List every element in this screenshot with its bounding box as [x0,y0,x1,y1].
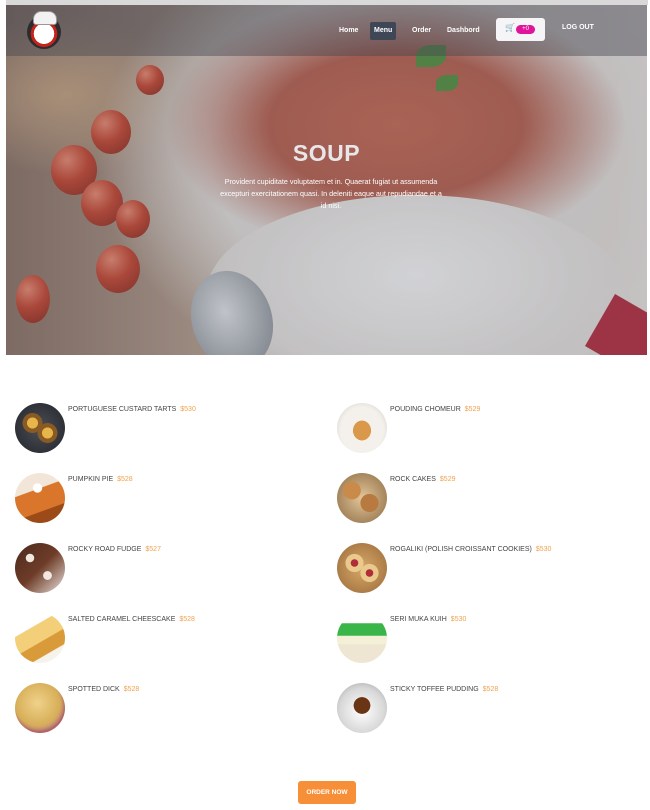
item-name: PUMPKIN PIE [68,476,114,483]
item-price: $528 [482,686,499,693]
item-photo [337,543,387,593]
item-name: STICKY TOFFEE PUDDING [390,686,479,693]
item-name: PORTUGUESE CUSTARD TARTS [68,406,177,413]
nav-menu-link[interactable]: Menu [370,22,397,40]
item-price: $529 [439,476,456,483]
item-price: $530 [450,616,467,623]
nav-order-link[interactable]: Order [408,22,435,40]
item-name: SPOTTED DICK [68,686,120,693]
item-price: $530 [535,546,552,553]
menu-item[interactable]: PUMPKIN PIE $528 [15,473,315,533]
item-photo [15,403,65,453]
navbar: Home Menu Order Dashbord 🛒 +0 LOG OUT [6,5,647,56]
item-name: ROCK CAKES [390,476,436,483]
nav-home-link[interactable]: Home [335,22,362,40]
item-price: $528 [123,686,140,693]
item-name: SALTED CARAMEL CHEESCAKE [68,616,176,623]
cart-button[interactable]: 🛒 +0 [496,18,545,41]
cart-icon: 🛒 [505,23,515,32]
menu-item[interactable]: PORTUGUESE CUSTARD TARTS $530 [15,403,315,463]
item-name: ROCKY ROAD FUDGE [68,546,142,553]
nav-dashboard-link[interactable]: Dashbord [443,22,484,40]
item-price: $529 [464,406,481,413]
item-photo [337,403,387,453]
item-price: $528 [179,616,195,623]
menu-item[interactable]: POUDING CHOMEUR $529 [337,403,637,463]
item-price: $527 [145,546,161,553]
item-photo [15,683,65,733]
chef-logo-icon[interactable] [27,11,61,49]
menu-item[interactable]: ROCKY ROAD FUDGE $527 [15,543,315,603]
chef-hat-icon [33,11,57,25]
item-name: ROGALIKI (POLISH CROISSANT COOKIES) [390,546,532,553]
item-photo [337,473,387,523]
item-name: SERI MUKA KUIH [390,616,447,623]
item-price: $528 [117,476,133,483]
menu-item[interactable]: SALTED CARAMEL CHEESCAKE $528 [15,613,315,673]
menu-item[interactable]: STICKY TOFFEE PUDDING $528 [337,683,637,743]
item-photo [15,543,65,593]
item-photo [15,473,65,523]
item-photo [337,683,387,733]
item-photo [15,613,65,663]
menu-item[interactable]: ROCK CAKES $529 [337,473,637,533]
item-photo [337,613,387,663]
hero-description: Provident cupiditate voluptatem et in. Q… [220,177,442,210]
order-now-button[interactable]: ORDER NOW [298,781,356,804]
menu-item[interactable]: SPOTTED DICK $528 [15,683,315,743]
item-name: POUDING CHOMEUR [390,406,461,413]
cart-count-badge: +0 [516,25,535,34]
menu-item[interactable]: SERI MUKA KUIH $530 [337,613,637,673]
logout-link[interactable]: LOG OUT [562,24,594,31]
item-price: $530 [180,406,196,413]
hero-banner: SOUP Provident cupiditate voluptatem et … [6,5,647,355]
menu-item[interactable]: ROGALIKI (POLISH CROISSANT COOKIES) $530 [337,543,637,603]
hero-title: SOUP [292,140,361,166]
